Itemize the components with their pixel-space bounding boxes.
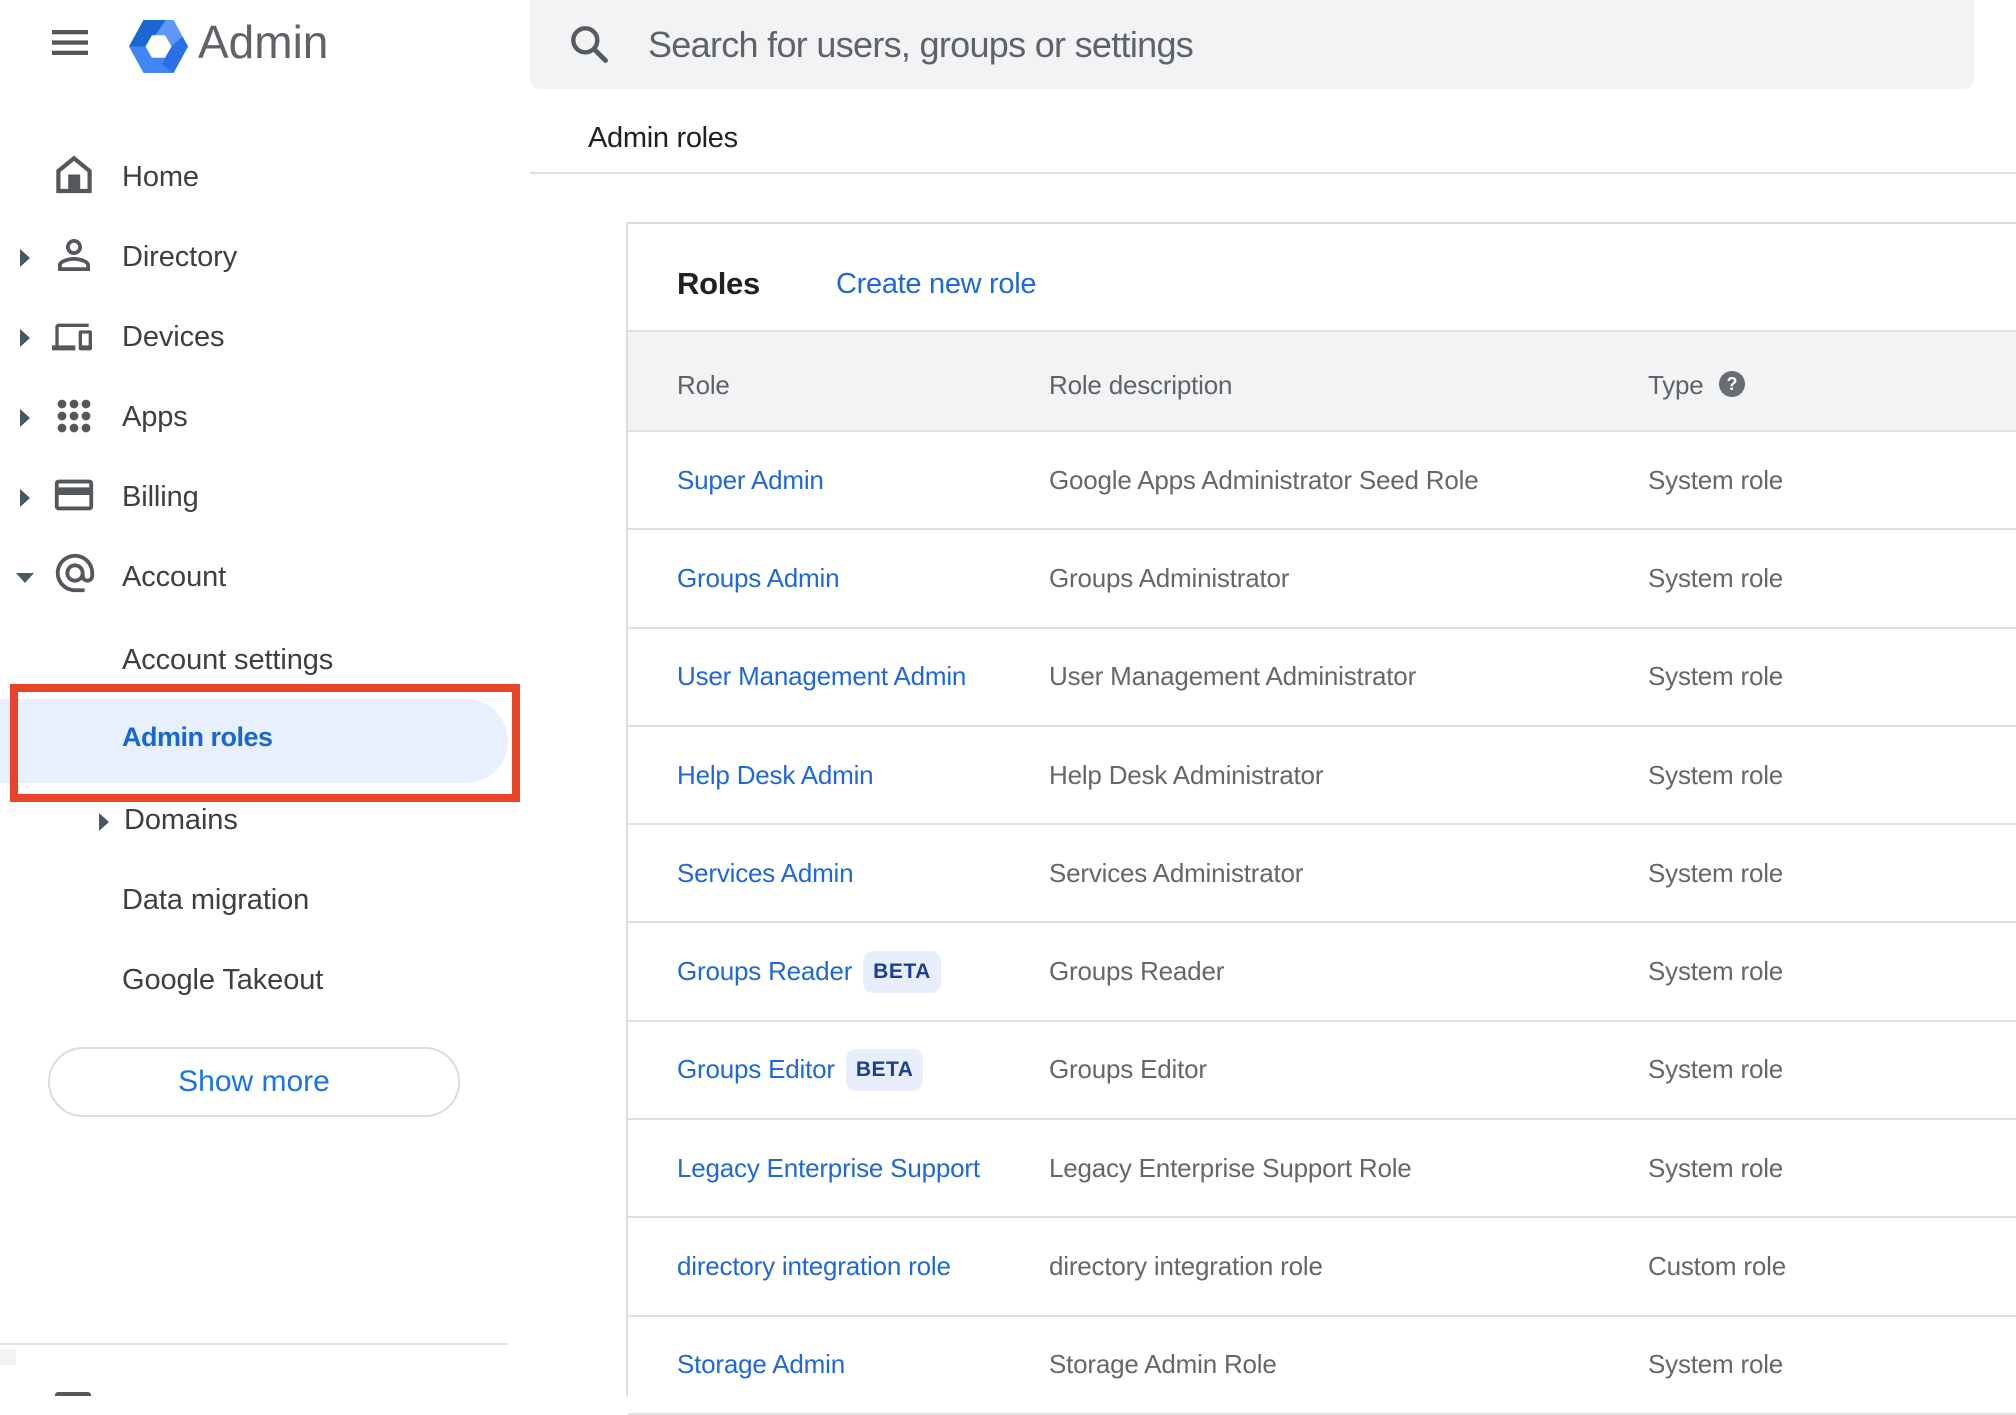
svg-text:?: ? bbox=[1727, 374, 1738, 394]
